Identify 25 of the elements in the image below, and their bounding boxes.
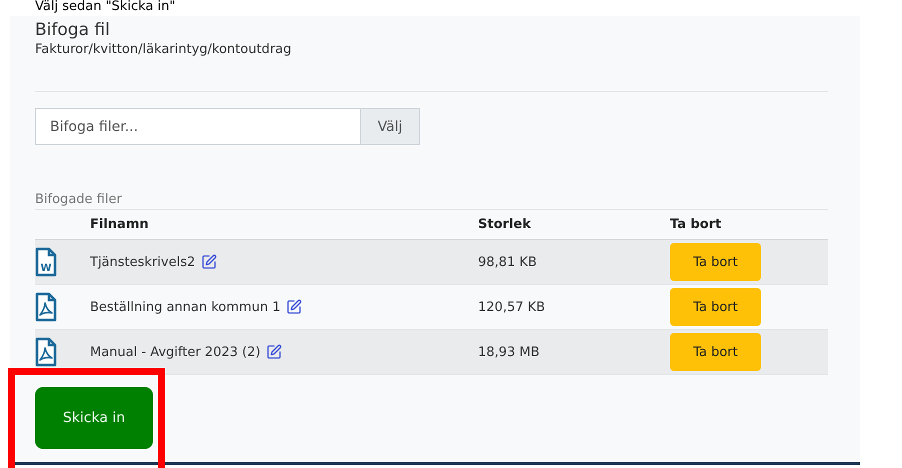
browse-button[interactable]: Välj bbox=[360, 108, 420, 145]
file-size: 120,57 KB bbox=[478, 300, 546, 314]
edit-icon[interactable] bbox=[266, 344, 282, 360]
attached-files-label: Bifogade filer bbox=[35, 191, 123, 209]
column-header: Ta bort bbox=[670, 217, 722, 232]
word-file-icon: W bbox=[35, 247, 57, 277]
submit-button[interactable]: Skicka in bbox=[35, 387, 153, 449]
column-header: Filnamn bbox=[90, 217, 150, 232]
pdf-file-icon bbox=[35, 337, 57, 367]
edit-icon[interactable] bbox=[201, 254, 218, 270]
file-name: Manual - Avgifter 2023 (2) bbox=[90, 344, 260, 360]
delete-button[interactable]: Ta bort bbox=[670, 243, 761, 281]
file-input-field[interactable]: Bifoga filer... bbox=[35, 108, 360, 145]
instruction-text: Välj sedan "Skicka in" bbox=[34, 0, 176, 14]
pdf-file-icon bbox=[35, 292, 57, 322]
file-name: Tjänsteskrivels2 bbox=[90, 254, 196, 270]
edit-icon[interactable] bbox=[286, 299, 302, 315]
file-size: 18,93 MB bbox=[478, 344, 540, 360]
column-header: Storlek bbox=[478, 217, 532, 232]
file-name: Beställning annan kommun 1 bbox=[90, 300, 280, 314]
panel-title: Bifoga fil bbox=[35, 20, 111, 41]
delete-button[interactable]: Ta bort bbox=[670, 288, 761, 326]
delete-button[interactable]: Ta bort bbox=[670, 333, 761, 371]
file-size: 98,81 KB bbox=[478, 254, 538, 270]
panel-subtitle: Fakturor/kvitton/läkarintyg/kontoutdrag bbox=[35, 41, 292, 59]
